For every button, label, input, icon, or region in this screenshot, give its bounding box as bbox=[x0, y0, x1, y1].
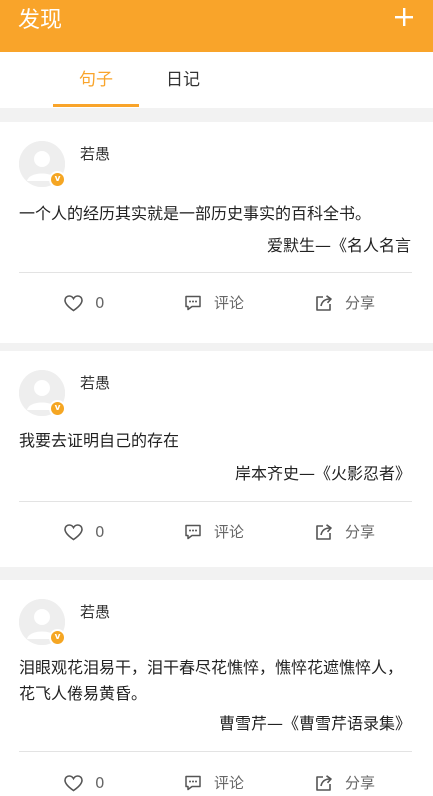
share-label: 分享 bbox=[345, 774, 376, 792]
like-button[interactable]: 0 bbox=[64, 293, 105, 313]
heart-icon bbox=[64, 774, 83, 791]
comment-button[interactable]: 评论 bbox=[184, 522, 244, 542]
active-tab-indicator bbox=[53, 104, 139, 107]
share-icon bbox=[316, 775, 332, 791]
share-icon bbox=[316, 524, 332, 540]
divider bbox=[19, 272, 412, 273]
like-button[interactable]: 0 bbox=[64, 773, 105, 793]
post-source: 爱默生—《名人名言 bbox=[266, 236, 411, 255]
verified-badge: v bbox=[49, 629, 66, 646]
comment-icon bbox=[185, 295, 201, 311]
page-title: 发现 bbox=[18, 8, 63, 33]
divider bbox=[19, 501, 412, 502]
like-count: 0 bbox=[95, 523, 105, 541]
comment-button[interactable]: 评论 bbox=[184, 293, 244, 313]
comment-label: 评论 bbox=[214, 294, 245, 312]
comment-icon bbox=[185, 775, 201, 791]
like-count: 0 bbox=[95, 774, 105, 792]
post-source: 曹雪芹—《曹雪芹语录集》 bbox=[218, 714, 411, 733]
post-card: v 若愚 我要去证明自己的存在 岸本齐史—《火影忍者》 0 评论 分享 bbox=[0, 351, 433, 567]
post-card: v 若愚 泪眼观花泪易干，泪干春尽花憔悴，憔悴花遮憔悴人，花飞人倦易黄昏。 曹雪… bbox=[0, 580, 433, 796]
share-button[interactable]: 分享 bbox=[315, 522, 375, 542]
top-bar: 发现 bbox=[0, 0, 433, 52]
avatar[interactable]: v bbox=[19, 141, 66, 188]
username[interactable]: 若愚 bbox=[80, 602, 110, 622]
post-content: 泪眼观花泪易干，泪干春尽花憔悴，憔悴花遮憔悴人，花飞人倦易黄昏。 bbox=[19, 658, 404, 703]
tab-bar: 句子 日记 bbox=[0, 52, 433, 108]
post-content: 一个人的经历其实就是一部历史事实的百科全书。 bbox=[19, 204, 372, 223]
plus-icon[interactable] bbox=[393, 6, 415, 28]
divider bbox=[19, 751, 412, 752]
verified-badge: v bbox=[49, 171, 66, 188]
comment-label: 评论 bbox=[214, 523, 245, 541]
share-icon bbox=[316, 295, 332, 311]
share-label: 分享 bbox=[345, 294, 376, 312]
share-button[interactable]: 分享 bbox=[315, 293, 375, 313]
share-label: 分享 bbox=[345, 523, 376, 541]
post-card: v 若愚 一个人的经历其实就是一部历史事实的百科全书。 爱默生—《名人名言 0 … bbox=[0, 122, 433, 343]
like-button[interactable]: 0 bbox=[64, 522, 105, 542]
tab-diary[interactable]: 日记 bbox=[166, 69, 200, 91]
comment-label: 评论 bbox=[214, 774, 245, 792]
share-button[interactable]: 分享 bbox=[315, 773, 375, 793]
avatar[interactable]: v bbox=[19, 599, 66, 646]
verified-badge: v bbox=[49, 400, 66, 417]
comment-icon bbox=[185, 524, 201, 540]
avatar[interactable]: v bbox=[19, 370, 66, 417]
username[interactable]: 若愚 bbox=[80, 144, 110, 164]
heart-icon bbox=[64, 294, 83, 311]
comment-button[interactable]: 评论 bbox=[184, 773, 244, 793]
tab-sentences[interactable]: 句子 bbox=[79, 69, 113, 91]
post-source: 岸本齐史—《火影忍者》 bbox=[234, 464, 411, 483]
post-content: 我要去证明自己的存在 bbox=[19, 431, 180, 450]
heart-icon bbox=[64, 523, 83, 540]
username[interactable]: 若愚 bbox=[80, 373, 110, 393]
like-count: 0 bbox=[95, 294, 105, 312]
